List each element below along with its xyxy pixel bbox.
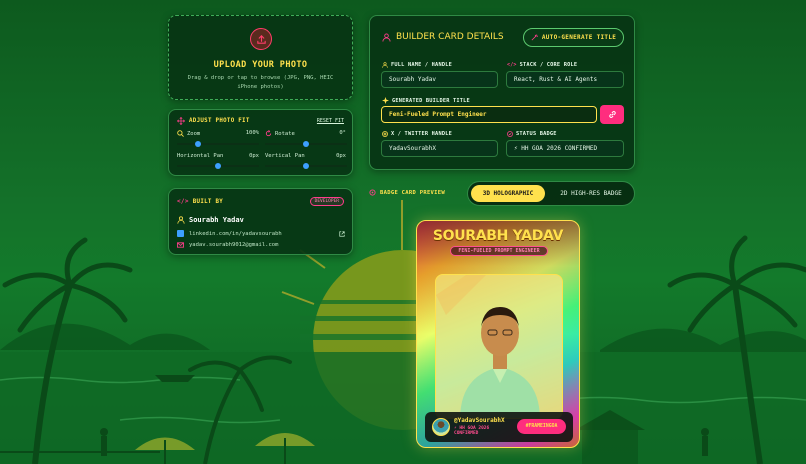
adjust-photo-panel: ADJUST PHOTO FIT RESET FIT Zoom 100% Rot… — [168, 109, 353, 176]
view-mode-toggle: 3D HOLOGRAPHIC 2D HIGH-RES BADGE — [467, 181, 635, 206]
rotate-slider[interactable] — [265, 141, 347, 147]
built-by-heading: </> BUILT BY — [177, 198, 223, 205]
zoom-slider[interactable] — [177, 141, 259, 147]
built-by-title: BUILT BY — [192, 198, 224, 205]
mail-icon — [177, 242, 184, 248]
user-icon — [382, 32, 391, 42]
rotate-icon — [265, 130, 272, 137]
person-photo — [436, 275, 562, 418]
link-icon — [608, 111, 616, 118]
rotate-value: 0° — [339, 130, 346, 136]
user-icon — [177, 216, 185, 224]
badge-name: SOURABH YADAV — [432, 228, 564, 244]
stack-input[interactable]: React, Rust & AI Agents — [506, 71, 624, 88]
zoom-value: 100% — [245, 130, 259, 136]
adjust-heading: ADJUST PHOTO FIT — [177, 117, 250, 125]
badge-preview-heading: BADGE CARD PREVIEW — [369, 189, 445, 196]
move-icon — [177, 117, 185, 125]
hpan-value: 0px — [249, 153, 259, 159]
details-title: BUILDER CARD DETAILS — [396, 32, 504, 42]
hpan-slider-thumb[interactable] — [215, 163, 221, 169]
badge-footer: @YadavSourabhX ⚡ HH GOA 2026 CONFIRMED #… — [425, 412, 573, 442]
badge-preview-label: BADGE CARD PREVIEW — [380, 189, 446, 196]
rotate-slider-thumb[interactable] — [303, 141, 309, 147]
badge-avatar — [432, 418, 450, 436]
badge-handle: @YadavSourabhX — [454, 417, 505, 424]
title-field-label: GENERATED BUILDER TITLE — [382, 97, 470, 104]
toggle-3d-holographic[interactable]: 3D HOLOGRAPHIC — [471, 185, 545, 202]
status-field-label: STATUS BADGE — [507, 131, 557, 137]
vpan-slider-thumb[interactable] — [303, 163, 309, 169]
built-by-panel: </> BUILT BY DEVELOPER Sourabh Yadav lin… — [168, 188, 353, 255]
upload-subtitle: Drag & drop or tap to browse (JPG, PNG, … — [187, 75, 334, 90]
code-icon: </> — [507, 62, 517, 68]
shield-icon — [507, 131, 513, 137]
badge-card-preview: SOURABH YADAV FENI-FUELED PROMPT ENGINEE… — [416, 220, 580, 448]
details-heading: BUILDER CARD DETAILS — [382, 32, 504, 42]
external-link-icon — [339, 230, 345, 237]
zoom-icon — [177, 130, 184, 137]
name-field-label: FULL NAME / HANDLE — [382, 62, 452, 68]
linkedin-icon — [177, 230, 184, 237]
zoom-label: Zoom — [177, 130, 200, 137]
sparkle-icon — [369, 189, 376, 196]
badge-photo — [435, 274, 563, 419]
badge-hashtag: #FRAMEINGOA — [517, 419, 566, 434]
hpan-slider[interactable] — [177, 163, 259, 169]
developer-name-row: Sourabh Yadav — [177, 216, 244, 224]
at-icon — [382, 131, 388, 137]
user-icon — [382, 62, 388, 68]
badge-title: FENI-FUELED PROMPT ENGINEER — [450, 246, 548, 256]
upload-dropzone[interactable]: UPLOAD YOUR PHOTO Drag & drop or tap to … — [168, 15, 353, 100]
builder-card-details-panel: BUILDER CARD DETAILS AUTO-GENERATE TITLE… — [369, 15, 635, 170]
linkedin-link[interactable]: linkedin.com/in/yadavsourabh — [177, 230, 345, 237]
vpan-value: 0px — [336, 153, 346, 159]
status-badge-input[interactable]: ⚡ HH GOA 2026 CONFIRMED — [506, 140, 624, 157]
upload-title: UPLOAD YOUR PHOTO — [213, 60, 308, 70]
twitter-input[interactable]: YadavSourabhX — [381, 140, 498, 157]
full-name-input[interactable]: Sourabh Yadav — [381, 71, 498, 88]
hpan-label: Horizontal Pan — [177, 153, 224, 159]
zoom-slider-thumb[interactable] — [194, 141, 201, 147]
rotate-label: Rotate — [265, 130, 295, 137]
adjust-title: ADJUST PHOTO FIT — [189, 118, 250, 124]
reset-fit-button[interactable]: RESET FIT — [317, 118, 344, 124]
vpan-slider[interactable] — [265, 163, 347, 169]
generated-title-input[interactable]: Feni-Fueled Prompt Engineer — [381, 106, 597, 123]
vpan-label: Vertical Pan — [265, 153, 305, 159]
developer-name: Sourabh Yadav — [189, 216, 244, 224]
copy-title-button[interactable] — [600, 105, 624, 124]
sparkle-icon — [382, 97, 389, 104]
auto-generate-title-button[interactable]: AUTO-GENERATE TITLE — [523, 28, 624, 47]
upload-icon — [250, 28, 272, 50]
wand-icon — [531, 34, 538, 41]
toggle-2d-high-res[interactable]: 2D HIGH-RES BADGE — [550, 185, 632, 202]
twitter-field-label: X / TWITTER HANDLE — [382, 131, 452, 137]
stack-field-label: </> STACK / CORE ROLE — [507, 62, 578, 68]
code-icon: </> — [177, 198, 189, 205]
badge-status: ⚡ HH GOA 2026 CONFIRMED — [454, 426, 490, 436]
developer-badge: DEVELOPER — [309, 197, 344, 206]
email-link[interactable]: yadav.sourabh9012@gmail.com — [177, 242, 278, 248]
